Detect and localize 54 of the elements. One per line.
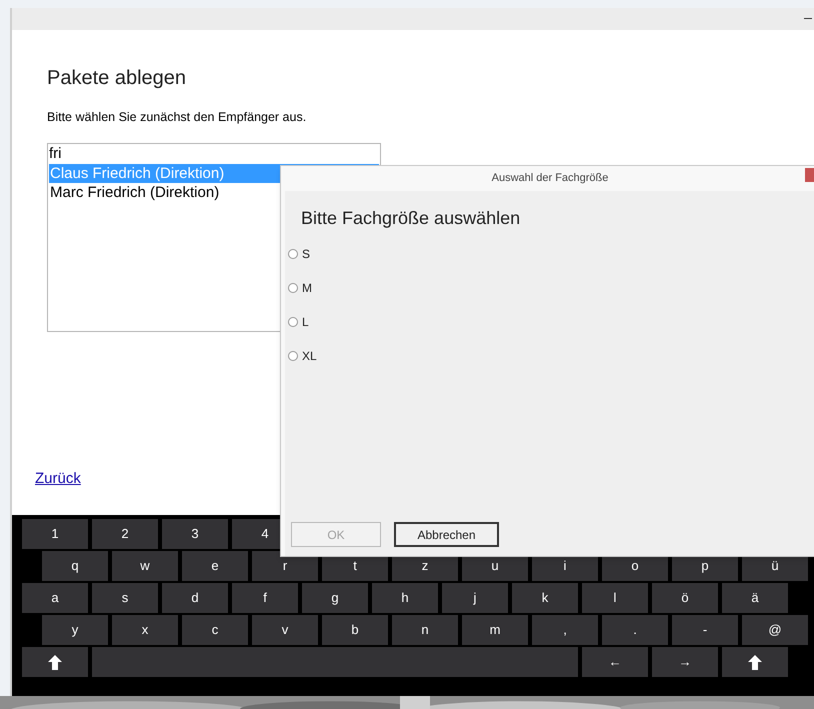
keyboard-key[interactable]: x — [112, 615, 178, 645]
keyboard-key[interactable]: k — [512, 583, 578, 613]
keyboard-key[interactable]: s — [92, 583, 158, 613]
back-link[interactable]: Zurück — [35, 468, 81, 490]
keyboard-key[interactable]: n — [392, 615, 458, 645]
keyboard-key[interactable]: ← — [582, 647, 648, 677]
radio-label: M — [302, 280, 312, 297]
radio-icon[interactable] — [288, 317, 298, 327]
dialog-title: Auswahl der Fachgröße — [492, 171, 608, 186]
keyboard-key[interactable]: w — [112, 551, 178, 581]
keyboard-key[interactable]: m — [462, 615, 528, 645]
instruction-text: Bitte wählen Sie zunächst den Empfänger aus. — [47, 109, 308, 126]
keyboard-key[interactable]: b — [322, 615, 388, 645]
radio-label: S — [302, 246, 310, 263]
keyboard-key[interactable]: , — [532, 615, 598, 645]
keyboard-key[interactable]: a — [22, 583, 88, 613]
size-radio[interactable]: L — [288, 314, 309, 330]
keyboard-key[interactable]: f — [232, 583, 298, 613]
keyboard-key[interactable]: c — [182, 615, 248, 645]
keyboard-key[interactable]: e — [182, 551, 248, 581]
radio-icon[interactable] — [288, 283, 298, 293]
keyboard-key[interactable]: . — [602, 615, 668, 645]
keyboard-key[interactable]: q — [42, 551, 108, 581]
size-radio[interactable]: XL — [288, 348, 317, 364]
radio-label: L — [302, 314, 309, 331]
minimize-icon[interactable] — [804, 18, 812, 20]
shift-arrow-icon — [748, 654, 762, 670]
keyboard-key[interactable]: 1 — [22, 519, 88, 549]
keyboard-key[interactable]: j — [442, 583, 508, 613]
shift-key[interactable] — [22, 647, 88, 677]
keyboard-key[interactable]: 3 — [162, 519, 228, 549]
radio-icon[interactable] — [288, 249, 298, 259]
dialog-button[interactable]: Abbrechen — [394, 522, 499, 547]
keyboard-key[interactable]: g — [302, 583, 368, 613]
size-radio[interactable]: M — [288, 280, 312, 296]
keyboard-key[interactable]: h — [372, 583, 438, 613]
radio-icon[interactable] — [288, 351, 298, 361]
search-field[interactable]: fri — [48, 144, 380, 164]
keyboard-key[interactable]: ä — [722, 583, 788, 613]
page-title: Pakete ablegen — [47, 66, 188, 91]
radio-label: XL — [302, 348, 317, 365]
keyboard-key[interactable]: → — [652, 647, 718, 677]
shift-arrow-icon — [48, 654, 62, 670]
keyboard-key[interactable]: l — [582, 583, 648, 613]
keyboard-key[interactable]: v — [252, 615, 318, 645]
keyboard-key[interactable]: - — [672, 615, 738, 645]
shift-key[interactable] — [722, 647, 788, 677]
keyboard-key[interactable]: 2 — [92, 519, 158, 549]
keyboard-key[interactable]: ö — [652, 583, 718, 613]
dialog-heading: Bitte Fachgröße auswählen — [301, 207, 522, 230]
keyboard-key[interactable]: d — [162, 583, 228, 613]
keyboard-key[interactable]: @ — [742, 615, 808, 645]
size-radio[interactable]: S — [288, 246, 310, 262]
keyboard-key[interactable]: y — [42, 615, 108, 645]
